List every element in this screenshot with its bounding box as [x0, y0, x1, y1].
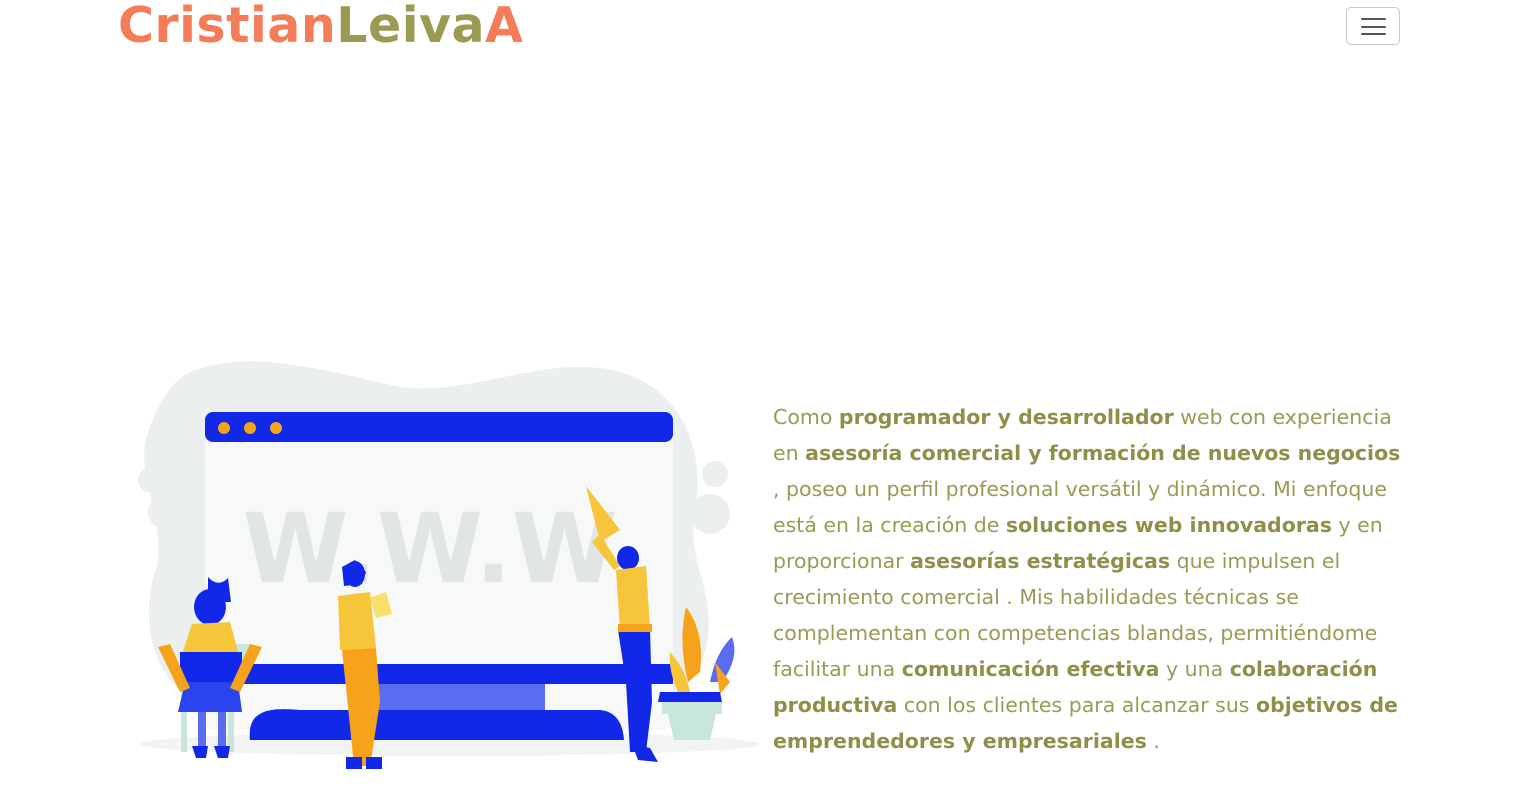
brand-initial: A: [485, 0, 524, 54]
about-highlight: soluciones web innovadoras: [1005, 512, 1332, 537]
about-text: Como: [773, 404, 839, 429]
about-highlight: asesorías estratégicas: [910, 548, 1171, 573]
navbar: CristianLeivaA: [0, 0, 1532, 60]
about-paragraph: Como programador y desarrollador web con…: [773, 399, 1413, 760]
brand-first-name: Cristian: [118, 0, 337, 54]
about-highlight: asesoría comercial y formación de nuevos…: [805, 440, 1401, 465]
about-highlight: programador y desarrollador: [838, 404, 1174, 429]
about-text: y una: [1159, 657, 1230, 682]
hamburger-icon: [1361, 18, 1386, 35]
about-text: .: [1146, 729, 1160, 754]
about-highlight: comunicación efectiva: [901, 657, 1160, 682]
screen-www-text: W.W.W: [243, 493, 618, 605]
menu-toggle-button[interactable]: [1346, 7, 1400, 45]
about-text: con los clientes para alcanzar sus: [897, 693, 1257, 718]
brand-logo[interactable]: CristianLeivaA: [118, 0, 523, 58]
brand-last-name: Leiva: [336, 0, 486, 54]
website-team-illustration: W.W.W: [130, 352, 770, 782]
